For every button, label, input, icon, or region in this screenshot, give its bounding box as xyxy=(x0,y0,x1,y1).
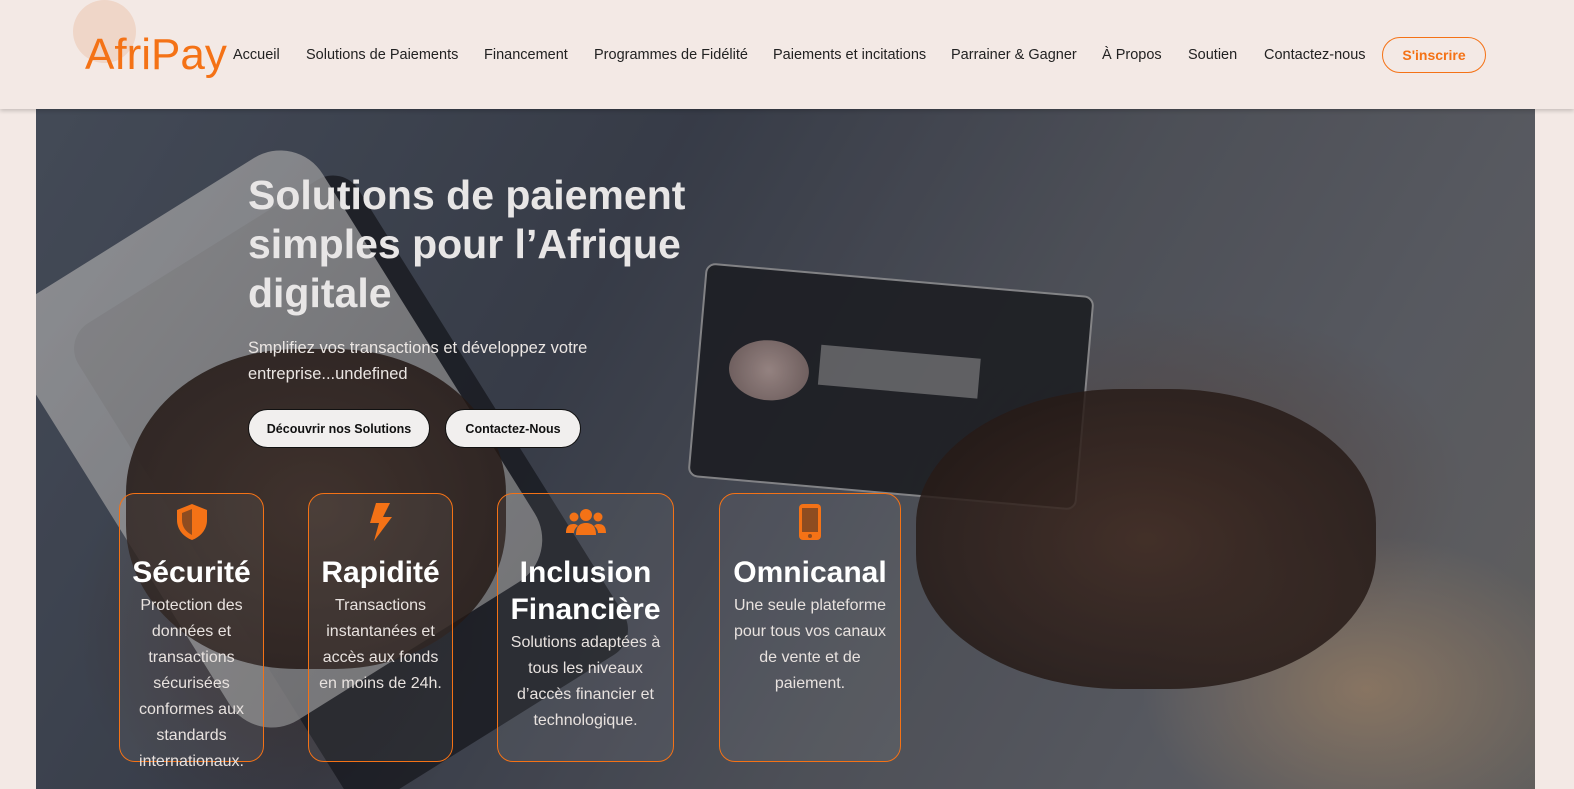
nav-item-solutions[interactable]: Solutions de Paiements xyxy=(306,46,458,64)
feature-card-rapidite: Rapidité Transactions instantanées et ac… xyxy=(308,493,453,762)
discover-solutions-button[interactable]: Découvrir nos Solutions xyxy=(248,409,430,448)
shield-icon xyxy=(120,502,263,542)
feature-text: Transactions instantanées et accès aux f… xyxy=(319,597,442,692)
feature-text: Solutions adaptées à tous les niveaux d’… xyxy=(510,634,661,729)
bolt-icon xyxy=(309,502,452,542)
hero-section: Solutions de paiement simples pour l’Afr… xyxy=(36,109,1535,789)
mobile-icon xyxy=(720,502,900,542)
hero-title: Solutions de paiement simples pour l’Afr… xyxy=(248,172,686,316)
feature-title: Omnicanal xyxy=(733,556,887,589)
nav-item-apropos[interactable]: À Propos xyxy=(1102,46,1162,64)
contact-us-button[interactable]: Contactez-Nous xyxy=(445,409,581,448)
nav-item-fidelite[interactable]: Programmes de Fidélité xyxy=(594,46,748,64)
users-icon xyxy=(498,502,673,542)
feature-card-securite: Sécurité Protection des données et trans… xyxy=(119,493,264,770)
nav-item-soutien[interactable]: Soutien xyxy=(1188,46,1237,64)
hero-subtitle: Smplifiez vos transactions et développez… xyxy=(248,339,588,383)
nav-item-parrainer[interactable]: Parrainer & Gagner xyxy=(951,46,1077,64)
feature-text: Protection des données et transactions s… xyxy=(139,597,244,770)
feature-card-omnicanal: Omnicanal Une seule plateforme pour tous… xyxy=(719,493,901,762)
nav-item-accueil[interactable]: Accueil xyxy=(233,46,280,64)
nav-item-financement[interactable]: Financement xyxy=(484,46,568,64)
feature-title: Rapidité xyxy=(321,556,440,589)
logo[interactable]: AfriPay xyxy=(85,30,227,80)
feature-title: Sécurité xyxy=(132,556,251,589)
nav-item-paiements[interactable]: Paiements et incitations xyxy=(773,46,926,64)
feature-title: Inclusion Financière xyxy=(510,556,661,626)
signup-button[interactable]: S'inscrire xyxy=(1382,37,1486,73)
nav-item-contact[interactable]: Contactez-nous xyxy=(1264,46,1366,64)
feature-text: Une seule plateforme pour tous vos canau… xyxy=(733,597,887,692)
hero-content: Solutions de paiement simples pour l’Afr… xyxy=(36,109,1535,789)
site-header: AfriPay Accueil Solutions de Paiements F… xyxy=(0,0,1574,109)
feature-card-inclusion: Inclusion Financière Solutions adaptées … xyxy=(497,493,674,762)
